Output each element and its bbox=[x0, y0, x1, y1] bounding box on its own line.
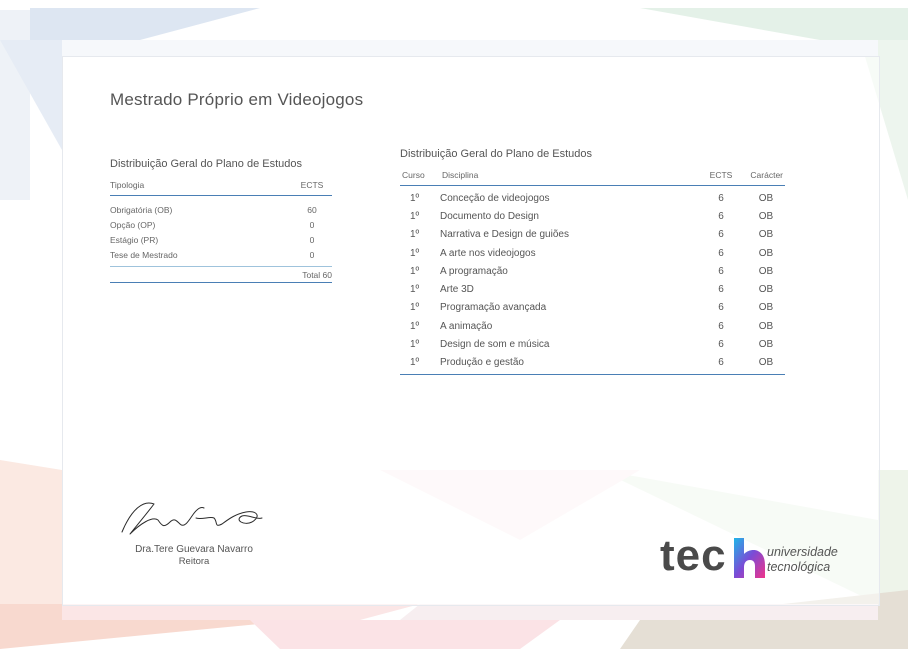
summary-total: Total 60 bbox=[110, 267, 332, 283]
row-ects: 6 bbox=[718, 357, 724, 369]
row-course: 1º bbox=[410, 210, 420, 222]
row-type: Opção (OP) bbox=[110, 219, 156, 230]
table-row: 1º A arte nos videojogos 6 OB bbox=[400, 244, 785, 262]
row-subject: A programação bbox=[440, 265, 508, 277]
row-ects: 6 bbox=[718, 192, 724, 204]
row-ects: 6 bbox=[718, 339, 724, 351]
row-character: OB bbox=[758, 247, 774, 259]
total-value: Total 60 bbox=[302, 270, 332, 280]
row-ects: 6 bbox=[718, 210, 724, 222]
signer-block: Dra.Tere Guevara Navarro Reitora bbox=[116, 544, 272, 567]
table-row: Estágio (PR) 0 bbox=[110, 232, 332, 247]
handwritten-signature bbox=[121, 502, 263, 535]
row-character: OB bbox=[758, 357, 774, 369]
table-row: 1º Programação avançada 6 OB bbox=[400, 299, 785, 317]
row-course: 1º bbox=[410, 247, 420, 259]
table-row: 1º Produção e gestão 6 OB bbox=[400, 354, 785, 372]
logo-line2: tecnológica bbox=[767, 560, 831, 574]
row-ects: 60 bbox=[307, 204, 317, 215]
row-subject: Arte 3D bbox=[440, 284, 474, 296]
row-subject: Narrativa e Design de guiões bbox=[440, 229, 569, 241]
row-course: 1º bbox=[410, 284, 420, 296]
row-character: OB bbox=[758, 284, 774, 296]
row-subject: A animação bbox=[440, 320, 493, 332]
row-subject: Documento do Design bbox=[440, 210, 539, 222]
summary-table-header: Tipologia ECTS bbox=[110, 180, 332, 196]
table-row: 1º Arte 3D 6 OB bbox=[400, 280, 785, 298]
table-row: 1º Narrativa e Design de guiões 6 OB bbox=[400, 226, 785, 244]
row-type: Estágio (PR) bbox=[110, 234, 159, 245]
table-row: Tese de Mestrado 0 bbox=[110, 247, 332, 262]
row-ects: 0 bbox=[309, 219, 315, 230]
row-course: 1º bbox=[410, 357, 420, 369]
row-course: 1º bbox=[410, 192, 420, 204]
table-row: 1º Documento do Design 6 OB bbox=[400, 207, 785, 225]
logo-line1: universidade bbox=[767, 545, 838, 559]
row-ects: 6 bbox=[718, 265, 724, 277]
header-type: Tipologia bbox=[110, 180, 145, 190]
row-subject: Produção e gestão bbox=[440, 357, 524, 369]
row-character: OB bbox=[758, 229, 774, 241]
row-character: OB bbox=[758, 339, 774, 351]
row-subject: Conceção de videojogos bbox=[440, 192, 550, 204]
header-character: Carácter bbox=[750, 170, 783, 180]
row-ects: 0 bbox=[309, 234, 315, 245]
summary-table: Distribuição Geral do Plano de Estudos T… bbox=[110, 158, 332, 283]
row-type: Tese de Mestrado bbox=[110, 249, 178, 260]
table-row: Obrigatória (OB) 60 bbox=[110, 202, 332, 217]
row-character: OB bbox=[758, 265, 774, 277]
header-ects: ECTS bbox=[300, 180, 324, 190]
row-course: 1º bbox=[410, 302, 420, 314]
header-subject: Disciplina bbox=[442, 170, 479, 180]
page-title: Mestrado Próprio em Videojogos bbox=[110, 90, 364, 109]
certificate-page: Mestrado Próprio em Videojogos Distribui… bbox=[0, 0, 908, 649]
signer-role: Reitora bbox=[178, 556, 210, 567]
row-ects: 0 bbox=[309, 249, 315, 260]
row-ects: 6 bbox=[718, 247, 724, 259]
logo-h-mark bbox=[734, 538, 765, 578]
detail-table-header: Curso Disciplina ECTS Carácter bbox=[400, 170, 785, 186]
table-row: 1º A animação 6 OB bbox=[400, 317, 785, 335]
summary-table-title: Distribuição Geral do Plano de Estudos bbox=[110, 158, 302, 170]
row-ects: 6 bbox=[718, 320, 724, 332]
header-ects: ECTS bbox=[709, 170, 733, 180]
table-row: 1º A programação 6 OB bbox=[400, 262, 785, 280]
row-course: 1º bbox=[410, 229, 420, 241]
logo-wordmark: tec bbox=[660, 531, 727, 580]
row-course: 1º bbox=[410, 339, 420, 351]
table-row: 1º Design de som e música 6 OB bbox=[400, 335, 785, 353]
row-course: 1º bbox=[410, 265, 420, 277]
row-ects: 6 bbox=[718, 229, 724, 241]
row-subject: A arte nos videojogos bbox=[440, 247, 536, 259]
row-ects: 6 bbox=[718, 284, 724, 296]
row-subject: Design de som e música bbox=[440, 339, 550, 351]
row-character: OB bbox=[758, 320, 774, 332]
row-subject: Programação avançada bbox=[440, 302, 547, 314]
table-row: Opção (OP) 0 bbox=[110, 217, 332, 232]
detail-table-title: Distribuição Geral do Plano de Estudos bbox=[400, 148, 592, 160]
header-course: Curso bbox=[402, 170, 425, 180]
row-character: OB bbox=[758, 210, 774, 222]
table-row: 1º Conceção de videojogos 6 OB bbox=[400, 189, 785, 207]
row-course: 1º bbox=[410, 320, 420, 332]
row-character: OB bbox=[758, 302, 774, 314]
row-type: Obrigatória (OB) bbox=[110, 204, 173, 215]
row-character: OB bbox=[758, 192, 774, 204]
row-ects: 6 bbox=[718, 302, 724, 314]
signer-name: Dra.Tere Guevara Navarro bbox=[135, 544, 253, 555]
detail-table: Distribuição Geral do Plano de Estudos C… bbox=[400, 148, 785, 375]
logo-subtitle: universidade tecnológica bbox=[767, 545, 838, 575]
